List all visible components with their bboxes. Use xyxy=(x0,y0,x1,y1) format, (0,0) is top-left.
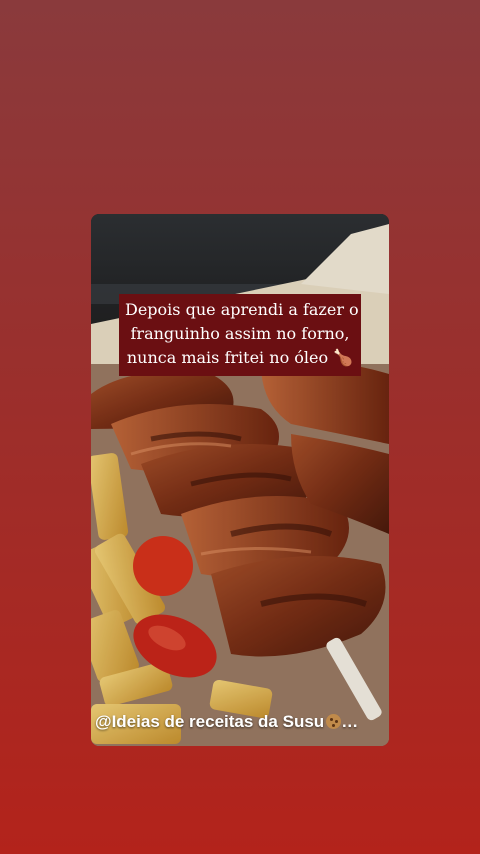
caption-line: nunca mais fritei no óleo 🍗 xyxy=(126,348,354,367)
watermark-ellipsis: … xyxy=(341,712,359,731)
account-watermark: @Ideias de receitas da Susu … xyxy=(95,712,358,732)
caption-line: Depois que aprendi a fazer o xyxy=(125,300,359,319)
recipe-caption: Depois que aprendi a fazer o franguinho … xyxy=(119,294,361,376)
caption-line: franguinho assim no forno, xyxy=(130,324,350,343)
watermark-text: @Ideias de receitas da Susu xyxy=(95,712,325,731)
story-card[interactable]: Depois que aprendi a fazer o franguinho … xyxy=(91,214,389,746)
cookie-icon xyxy=(326,714,342,729)
